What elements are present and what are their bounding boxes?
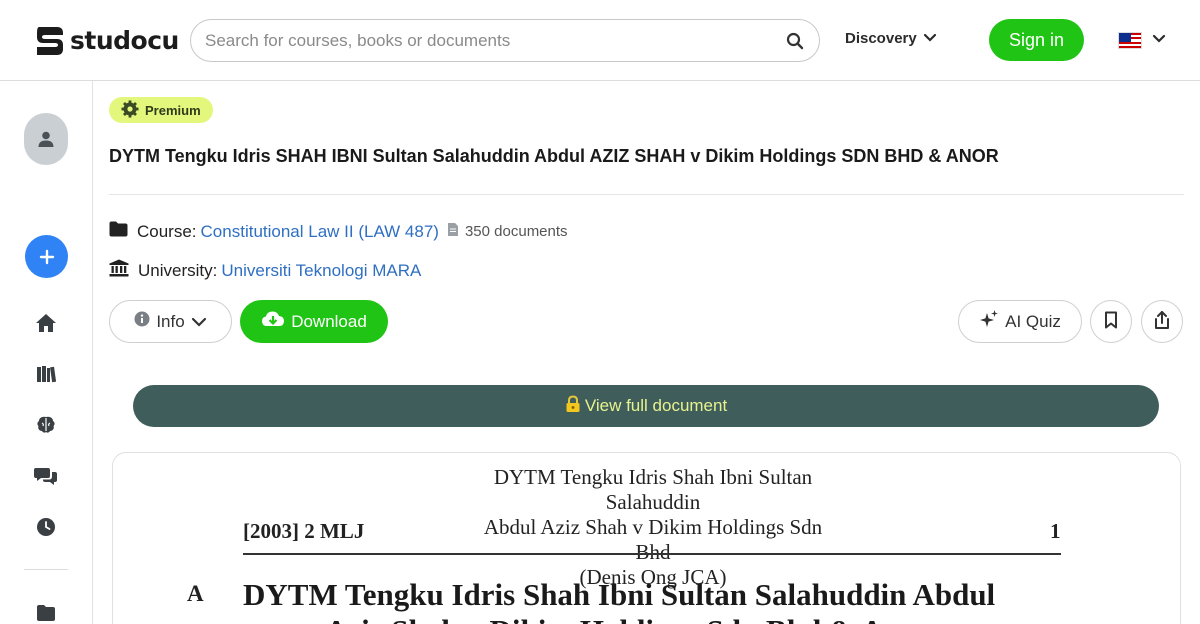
folder-icon: [109, 221, 128, 242]
home-icon[interactable]: [33, 310, 59, 336]
preview-citation: [2003] 2 MLJ: [243, 519, 365, 543]
bookmark-icon: [1104, 311, 1118, 332]
discovery-menu[interactable]: Discovery: [845, 30, 937, 47]
ai-quiz-button[interactable]: AI Quiz: [958, 300, 1082, 343]
view-full-document-button[interactable]: View full document: [133, 385, 1159, 427]
lock-icon: [565, 394, 581, 418]
preview-case-title: DYTM Tengku Idris Shah Ibni Sultan Salah…: [243, 577, 996, 612]
course-link[interactable]: Constitutional Law II (LAW 487): [201, 222, 439, 242]
preview-running-header: DYTM Tengku Idris Shah Ibni Sultan Salah…: [473, 465, 833, 590]
info-button[interactable]: Info: [109, 300, 232, 343]
studocu-logo[interactable]: studocu: [33, 22, 179, 58]
sidebar-divider: [24, 569, 68, 570]
preview-header-rule: [243, 553, 1061, 555]
preview-page-number: 1: [1050, 519, 1061, 543]
library-icon[interactable]: [33, 361, 59, 387]
chevron-down-icon: [191, 312, 207, 332]
preview-case-title-continued: Aziz Shah v Dikim Holdings Sdn Bhd & Ano…: [325, 613, 930, 624]
preview-header-line: Abdul Aziz Shah v Dikim Holdings Sdn Bhd: [483, 515, 823, 564]
university-row: University: Universiti Teknologi MARA: [109, 259, 421, 282]
course-label: Course:: [137, 221, 197, 241]
chat-icon[interactable]: [33, 463, 59, 489]
search-input[interactable]: [205, 30, 785, 51]
preview-header-line: DYTM Tengku Idris Shah Ibni Sultan Salah…: [493, 465, 813, 514]
university-label: University:: [138, 260, 218, 280]
premium-badge: Premium: [109, 97, 213, 123]
bookmark-button[interactable]: [1090, 300, 1132, 343]
document-preview[interactable]: DYTM Tengku Idris Shah Ibni Sultan Salah…: [112, 452, 1181, 624]
university-icon: [109, 259, 129, 282]
document-title: DYTM Tengku Idris SHAH IBNI Sultan Salah…: [109, 146, 999, 166]
share-button[interactable]: [1141, 300, 1183, 343]
left-sidebar: [0, 81, 93, 624]
cloud-download-icon: [261, 310, 285, 333]
folder-icon[interactable]: [33, 600, 59, 624]
clock-icon[interactable]: [33, 514, 59, 540]
user-avatar-icon[interactable]: [24, 113, 68, 165]
preview-margin-marker: A: [187, 581, 204, 606]
malaysia-flag-icon: [1118, 31, 1142, 49]
info-label: Info: [156, 311, 185, 331]
download-label: Download: [291, 311, 367, 331]
search-icon[interactable]: [785, 31, 805, 51]
share-icon: [1153, 310, 1171, 333]
language-selector[interactable]: [1118, 31, 1166, 49]
top-header: studocu Discovery Sign in: [0, 0, 1200, 81]
course-row: Course: Constitutional Law II (LAW 487) …: [109, 221, 568, 242]
view-full-label: View full document: [584, 396, 728, 415]
course-document-count: 350 documents: [447, 222, 568, 241]
search-bar[interactable]: [190, 19, 820, 62]
premium-label: Premium: [145, 102, 201, 118]
title-divider: [109, 194, 1184, 195]
sign-in-button[interactable]: Sign in: [989, 19, 1084, 61]
plus-icon[interactable]: [25, 235, 68, 278]
gear-icon: [121, 100, 139, 121]
download-button[interactable]: Download: [240, 300, 388, 343]
info-icon: [134, 311, 150, 332]
chevron-down-icon: [1152, 31, 1166, 49]
sparkle-icon: [979, 309, 999, 334]
document-count-text: 350 documents: [464, 223, 568, 240]
brain-icon[interactable]: [33, 412, 59, 438]
discovery-label: Discovery: [845, 30, 917, 47]
chevron-down-icon: [923, 30, 937, 47]
studocu-logo-icon: [37, 27, 63, 55]
document-icon: [447, 222, 459, 241]
ai-quiz-label: AI Quiz: [1005, 311, 1061, 331]
logo-text: studocu: [70, 25, 179, 55]
university-link[interactable]: Universiti Teknologi MARA: [221, 261, 421, 281]
